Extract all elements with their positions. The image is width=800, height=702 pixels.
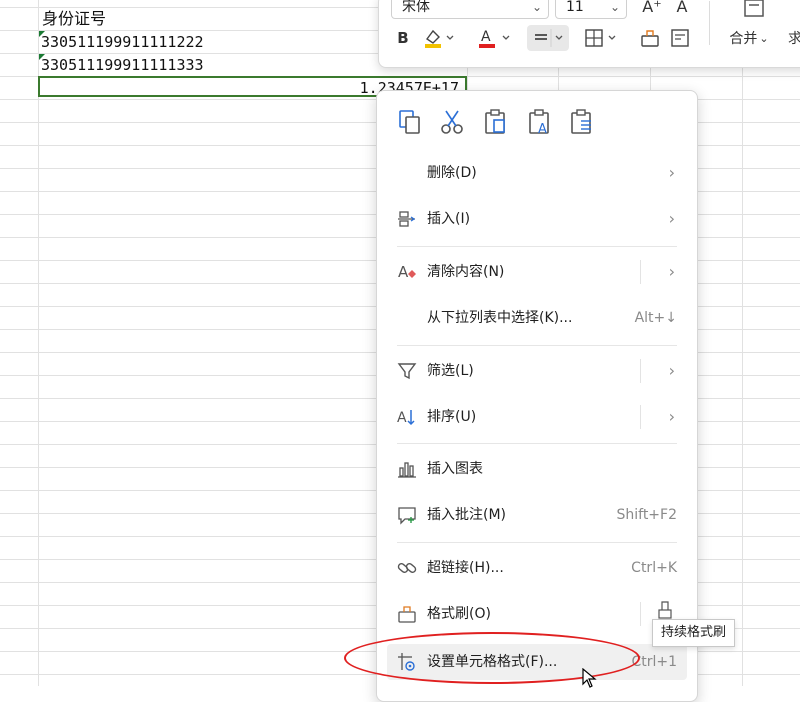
bold-button[interactable]: B (393, 25, 413, 51)
font-color-icon: A (479, 29, 510, 48)
menu-item-filter[interactable]: 筛选(L) › (387, 353, 687, 389)
cut-icon[interactable] (437, 107, 467, 137)
link-icon (397, 558, 417, 578)
svg-text:A: A (397, 410, 407, 426)
menu-item-insert-comment[interactable]: 插入批注(M) Shift+F2 (387, 497, 687, 533)
mini-toolbar: 宋体 ⌄ 11 ⌄ A⁺ A B A 合并 ⌄ 求 (378, 0, 800, 68)
table-style-icon (671, 29, 689, 47)
menu-item-hyperlink[interactable]: 超链接(H)... Ctrl+K (387, 550, 687, 586)
header-cell[interactable]: 身份证号 (42, 9, 106, 29)
paste-values-icon[interactable]: A (525, 107, 555, 137)
chevron-right-icon: › (668, 209, 675, 228)
context-menu: A 删除(D) › 插入(I) › A 清除内容(N) › 从下拉列表中选择(K… (376, 90, 698, 702)
table-row-cell[interactable]: 330511199911111222 (41, 32, 204, 52)
copy-icon[interactable] (395, 107, 425, 137)
svg-text:A: A (481, 29, 491, 45)
font-name-value: 宋体 (402, 0, 430, 15)
chevron-right-icon: › (668, 361, 675, 380)
fill-color-button[interactable] (423, 25, 457, 51)
menu-item-insert[interactable]: 插入(I) › (387, 201, 687, 237)
borders-icon (585, 29, 616, 47)
filter-icon (397, 361, 417, 381)
grow-font-button[interactable]: A⁺ (641, 0, 663, 17)
chevron-right-icon: › (668, 407, 675, 426)
menu-item-insert-chart[interactable]: 插入图表 (387, 451, 687, 487)
menu-item-delete[interactable]: 删除(D) › (387, 155, 687, 191)
chart-icon (397, 459, 417, 479)
svg-text:A: A (538, 122, 547, 137)
chevron-right-icon: › (668, 163, 675, 182)
chevron-right-icon: › (668, 262, 675, 281)
paste-icon[interactable] (481, 107, 511, 137)
align-button[interactable] (527, 25, 569, 51)
align-center-icon[interactable] (739, 0, 769, 19)
table-row-cell[interactable]: 330511199911111333 (41, 55, 204, 75)
insert-icon (397, 209, 417, 229)
format-painter-icon (397, 604, 417, 624)
font-color-button[interactable]: A (477, 25, 515, 51)
table-style-button[interactable] (667, 25, 693, 51)
align-center-icon (535, 29, 563, 47)
comment-icon (397, 505, 417, 525)
format-cells-icon (397, 652, 417, 672)
font-size-value: 11 (566, 0, 584, 15)
format-painter-icon (641, 30, 659, 47)
borders-button[interactable] (583, 25, 621, 51)
menu-item-pick-from-list[interactable]: 从下拉列表中选择(K)... Alt+↓ (387, 300, 687, 336)
clear-content-icon: A (397, 262, 417, 282)
sort-icon: A (397, 407, 417, 427)
shrink-font-button[interactable]: A (671, 0, 693, 17)
chevron-down-icon: ⌄ (609, 0, 620, 14)
fill-color-icon (425, 29, 454, 48)
font-size-select[interactable]: 11 ⌄ (555, 0, 627, 19)
font-name-select[interactable]: 宋体 ⌄ (391, 0, 549, 19)
menu-item-clear-content[interactable]: A 清除内容(N) › (387, 254, 687, 290)
toolbar-overflow-button[interactable]: 求 (785, 25, 800, 51)
merge-button[interactable]: 合并 ⌄ (725, 25, 773, 51)
paste-text-icon[interactable] (567, 107, 597, 137)
mouse-cursor-icon (582, 667, 598, 688)
svg-text:A: A (398, 263, 409, 281)
menu-item-sort[interactable]: A 排序(U) › (387, 399, 687, 435)
menu-item-format-cells[interactable]: 设置单元格格式(F)... Ctrl+1 (387, 644, 687, 680)
chevron-down-icon: ⌄ (531, 0, 542, 14)
format-painter-button[interactable] (637, 25, 663, 51)
menu-item-format-painter[interactable]: 格式刷(O) (387, 596, 687, 632)
format-painter-tooltip: 持续格式刷 (652, 619, 736, 647)
